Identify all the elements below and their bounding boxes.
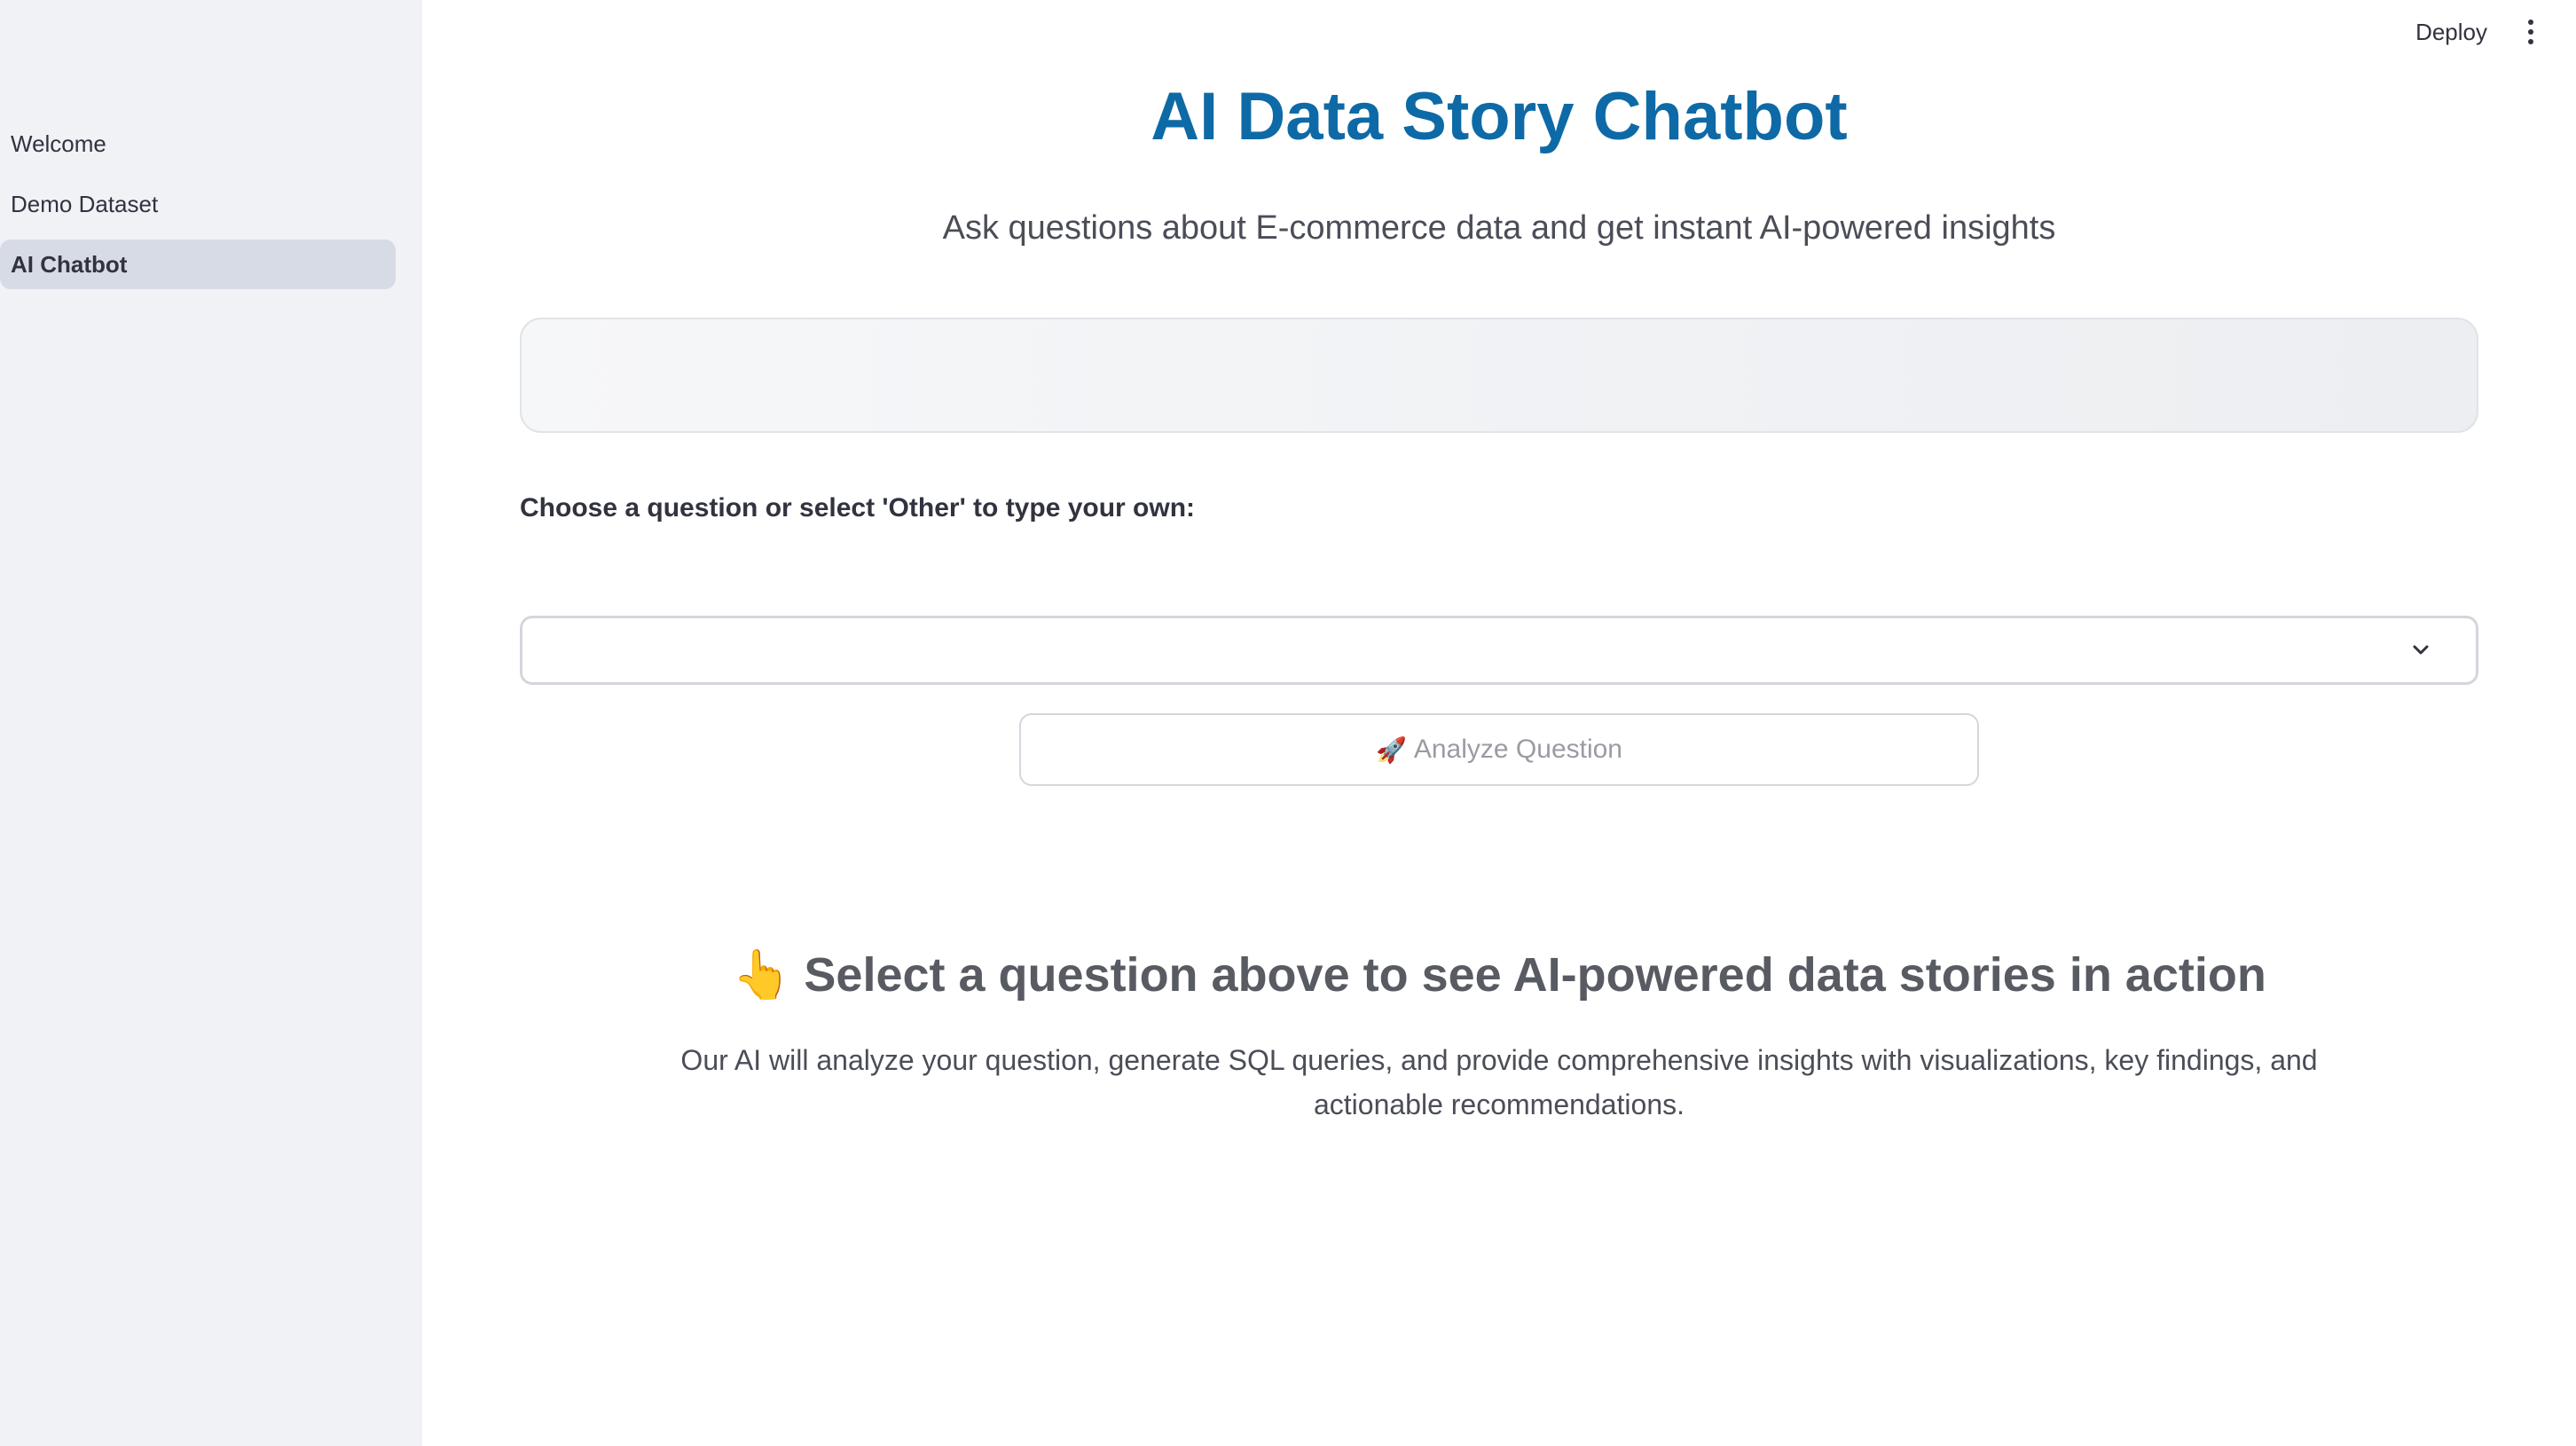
- analyze-question-button[interactable]: 🚀 Analyze Question: [1019, 713, 1979, 786]
- deploy-button[interactable]: Deploy: [2401, 12, 2501, 53]
- pointing-hand-icon: 👆: [732, 948, 792, 1002]
- sidebar-item-label: Welcome: [11, 130, 106, 157]
- sidebar-item-welcome[interactable]: Welcome: [0, 119, 396, 169]
- kebab-menu-icon[interactable]: [2517, 14, 2544, 50]
- question-select[interactable]: [520, 616, 2478, 685]
- empty-info-banner: [520, 318, 2478, 433]
- sidebar-item-ai-chatbot[interactable]: AI Chatbot: [0, 240, 396, 289]
- question-select-label: Choose a question or select 'Other' to t…: [520, 493, 1196, 523]
- chevron-down-icon: [2413, 645, 2429, 655]
- sidebar: Welcome Demo Dataset AI Chatbot: [0, 0, 422, 1446]
- sidebar-item-label: AI Chatbot: [11, 250, 128, 278]
- top-toolbar: Deploy: [2401, 0, 2576, 64]
- app-root: Welcome Demo Dataset AI Chatbot Deploy A…: [0, 0, 2576, 1446]
- sidebar-nav: Welcome Demo Dataset AI Chatbot: [0, 119, 396, 300]
- analyze-question-label: Analyze Question: [1413, 735, 1622, 764]
- page-title: AI Data Story Chatbot: [1151, 79, 1848, 154]
- sidebar-item-demo-dataset[interactable]: Demo Dataset: [0, 179, 396, 229]
- sidebar-item-label: Demo Dataset: [11, 190, 159, 217]
- main-content: Deploy AI Data Story Chatbot Ask questio…: [422, 0, 2576, 1446]
- cta-heading-text: Select a question above to see AI-powere…: [804, 948, 2266, 1002]
- rocket-icon: 🚀: [1375, 735, 1407, 764]
- cta-heading: 👆 Select a question above to see AI-power…: [422, 947, 2576, 1003]
- cta-description: Our AI will analyze your question, gener…: [680, 1044, 2318, 1120]
- page-subtitle: Ask questions about E-commerce data and …: [942, 209, 2056, 247]
